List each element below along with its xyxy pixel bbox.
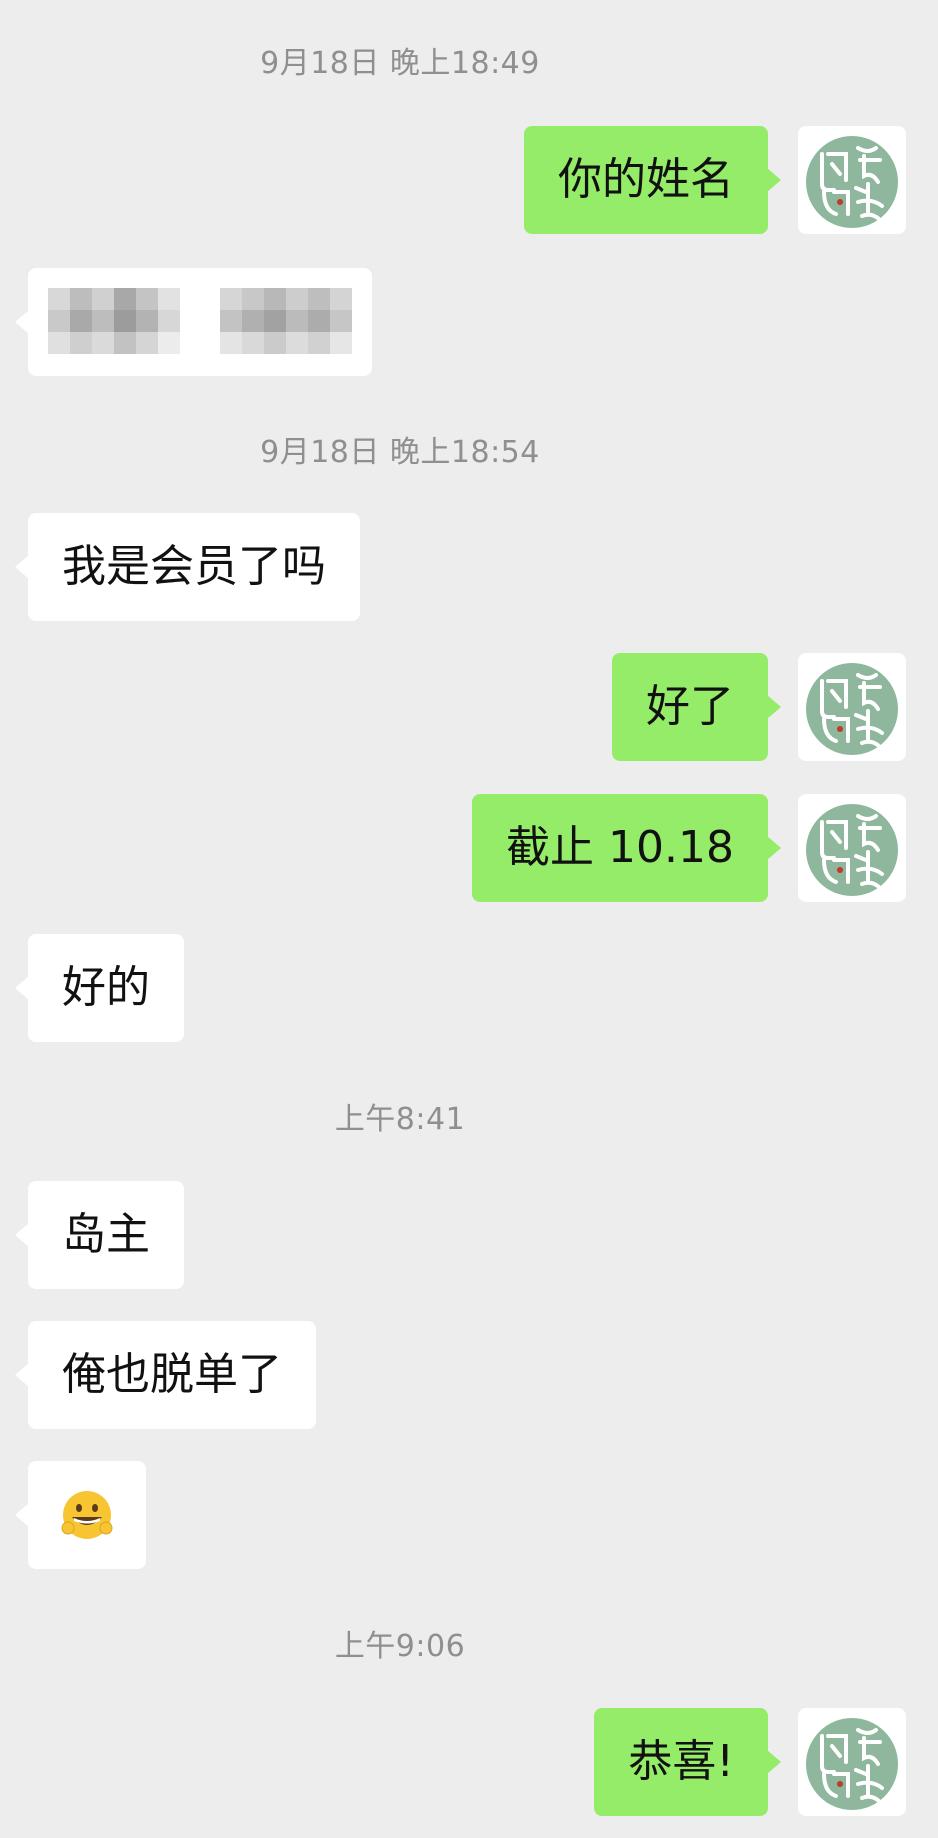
grinning-face-emoji-icon — [61, 1491, 113, 1539]
timestamp: 9月18日 晚上18:54 — [260, 435, 540, 470]
avatar[interactable] — [798, 126, 906, 234]
sent-message-bubble[interactable]: 恭喜! — [594, 1708, 781, 1816]
timestamp: 上午8:41 — [334, 1102, 466, 1137]
avatar[interactable] — [798, 653, 906, 761]
calligraphy-logo-icon — [806, 804, 898, 896]
received-message-bubble[interactable]: 我是会员了吗 — [15, 513, 360, 621]
received-message-bubble[interactable]: 好的 — [15, 934, 184, 1042]
received-message-bubble[interactable]: 岛主 — [15, 1181, 184, 1289]
calligraphy-logo-icon — [806, 1718, 898, 1810]
timestamp: 9月18日 晚上18:49 — [260, 46, 540, 81]
sent-message-bubble[interactable]: 好了 — [612, 653, 781, 761]
received-emoji-bubble[interactable] — [15, 1461, 146, 1569]
pixelated-redaction-icon — [48, 288, 352, 354]
timestamp: 上午9:06 — [334, 1629, 466, 1664]
calligraphy-logo-icon — [806, 136, 898, 228]
avatar[interactable] — [798, 794, 906, 902]
sent-message-bubble[interactable]: 你的姓名 — [524, 126, 781, 234]
received-message-bubble[interactable]: 俺也脱单了 — [15, 1321, 316, 1429]
avatar[interactable] — [798, 1708, 906, 1816]
calligraphy-logo-icon — [806, 663, 898, 755]
received-message-bubble[interactable] — [15, 268, 372, 376]
sent-message-bubble[interactable]: 截止 10.18 — [472, 794, 781, 902]
